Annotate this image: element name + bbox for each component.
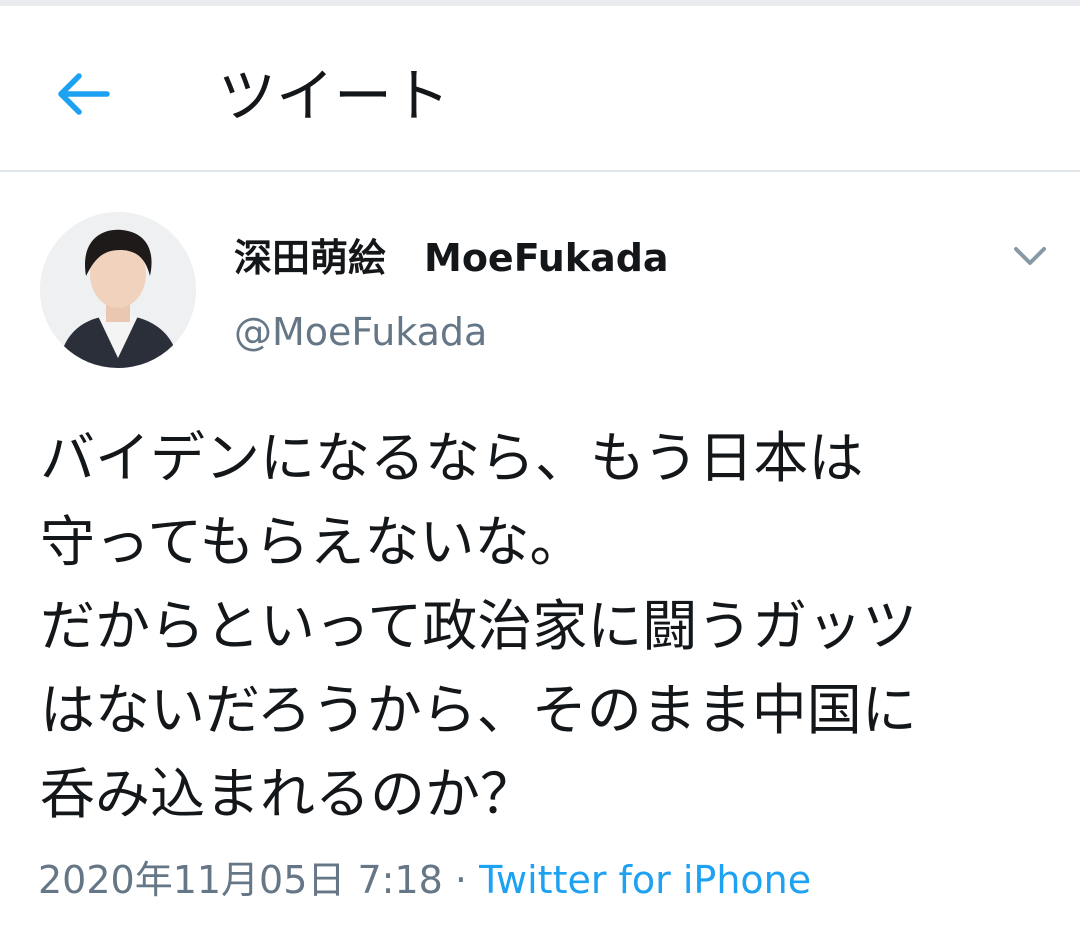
avatar[interactable] — [40, 212, 196, 368]
author-handle[interactable]: @MoeFukada — [234, 304, 487, 360]
page-title: ツイート — [218, 62, 451, 130]
tweet-timestamp: 2020年11月05日 7:18 — [38, 858, 443, 902]
tweet-detail-screen: ツイート 深田萌絵 MoeFukada @MoeFukada バイデンになるなら… — [0, 0, 1080, 939]
tweet-text: バイデンになるなら、もう日本は 守ってもらえないな。 だからといって政治家に闘う… — [40, 426, 918, 826]
tweet-meta: 2020年11月05日 7:18 · Twitter for iPhone — [38, 852, 811, 908]
back-button[interactable] — [52, 66, 116, 126]
tweet-source-link[interactable]: Twitter for iPhone — [479, 858, 811, 902]
tweet-card: 深田萌絵 MoeFukada @MoeFukada バイデンになるなら、もう日本… — [0, 172, 1080, 939]
arrow-left-icon — [57, 72, 111, 120]
author-display-name[interactable]: 深田萌絵 MoeFukada — [234, 230, 669, 286]
tweet-menu-button[interactable] — [1008, 238, 1052, 278]
meta-separator: · — [454, 858, 468, 902]
chevron-down-icon — [1013, 245, 1047, 271]
app-header: ツイート — [0, 6, 1080, 172]
